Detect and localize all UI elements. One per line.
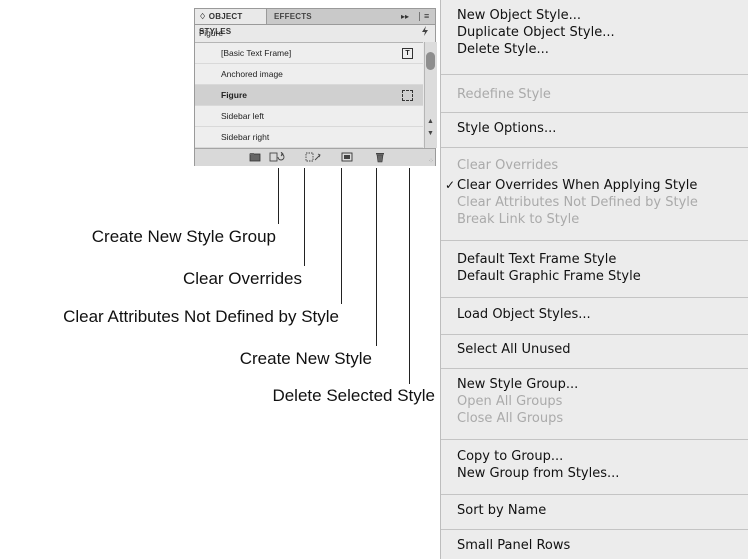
menu-item-break-link[interactable]: Break Link to Style — [457, 211, 579, 228]
menu-item-clear-overrides-when-applying[interactable]: ✓ Clear Overrides When Applying Style — [445, 177, 698, 194]
menu-separator — [441, 529, 748, 530]
menu-item-redefine-style[interactable]: Redefine Style — [457, 86, 551, 103]
menu-separator — [441, 297, 748, 298]
style-item-sidebar-left[interactable]: Sidebar left — [195, 106, 423, 127]
text-frame-icon: T — [402, 48, 413, 59]
tab-object-styles[interactable]: ♢ OBJECT STYLES — [195, 9, 267, 36]
tab-effects[interactable]: EFFECTS — [268, 9, 326, 24]
callout-line-create-style — [376, 168, 377, 346]
menu-separator — [441, 439, 748, 440]
style-list-scrollbar[interactable]: ▲ ▼ — [424, 42, 437, 148]
menu-item-duplicate-object-style[interactable]: Duplicate Object Style... — [457, 24, 615, 41]
menu-item-new-style-group[interactable]: New Style Group... — [457, 376, 578, 393]
panel-flyout-menu: New Object Style... Duplicate Object Sty… — [440, 0, 748, 559]
menu-separator — [441, 147, 748, 148]
callout-line-clear-overrides — [304, 168, 305, 266]
menu-item-load-object-styles[interactable]: Load Object Styles... — [457, 306, 591, 323]
scroll-thumb[interactable] — [426, 52, 435, 70]
menu-item-new-object-style[interactable]: New Object Style... — [457, 7, 581, 24]
menu-separator — [441, 240, 748, 241]
callout-line-clear-attributes — [341, 168, 342, 304]
create-style-group-icon[interactable] — [249, 152, 261, 162]
callout-clear-attributes: Clear Attributes Not Defined by Style — [63, 307, 339, 326]
menu-item-select-all-unused[interactable]: Select All Unused — [457, 341, 571, 358]
menu-separator — [441, 368, 748, 369]
object-styles-panel: ♢ OBJECT STYLES EFFECTS ▸▸ ≡ Figure [Bas… — [194, 8, 437, 166]
menu-item-label: Clear Overrides When Applying Style — [457, 178, 698, 193]
menu-separator — [441, 494, 748, 495]
menu-separator — [441, 334, 748, 335]
panel-menu-icon[interactable]: ≡ — [424, 9, 429, 24]
style-item-figure[interactable]: Figure — [195, 85, 423, 106]
panel-tab-bar: ♢ OBJECT STYLES EFFECTS ▸▸ ≡ — [195, 9, 435, 36]
menu-item-default-text-frame-style[interactable]: Default Text Frame Style ▶ — [457, 251, 616, 268]
graphic-frame-icon — [402, 90, 413, 101]
menu-item-delete-style[interactable]: Delete Style... — [457, 41, 549, 58]
menu-item-label: Default Graphic Frame Style — [457, 269, 641, 284]
menu-item-clear-attributes[interactable]: Clear Attributes Not Defined by Style — [457, 194, 698, 211]
style-item-label: Figure — [221, 90, 247, 100]
create-new-style-icon[interactable] — [341, 152, 353, 162]
menu-item-style-options[interactable]: Style Options... — [457, 120, 556, 137]
clear-overrides-icon[interactable] — [269, 151, 285, 162]
menu-item-new-group-from-styles[interactable]: New Group from Styles... — [457, 465, 619, 482]
style-item-anchored-image[interactable]: Anchored image — [195, 64, 423, 85]
menu-item-copy-to-group[interactable]: Copy to Group... — [457, 448, 563, 465]
menu-item-small-panel-rows[interactable]: Small Panel Rows — [457, 537, 570, 554]
current-style-name: Figure — [199, 28, 224, 38]
menu-item-default-graphic-frame-style[interactable]: Default Graphic Frame Style ▶ — [457, 268, 641, 285]
style-item-sidebar-right[interactable]: Sidebar right — [195, 127, 423, 148]
scroll-up-arrow-icon[interactable]: ▲ — [427, 118, 434, 125]
callout-line-delete-style — [409, 168, 410, 384]
scroll-down-arrow-icon[interactable]: ▼ — [427, 130, 434, 137]
menu-separator — [441, 112, 748, 113]
menu-item-label: Default Text Frame Style — [457, 252, 617, 267]
callout-delete-selected-style: Delete Selected Style — [272, 386, 435, 405]
style-list: [Basic Text Frame] T Anchored image Figu… — [195, 42, 423, 149]
current-style-row: Figure — [195, 25, 435, 41]
menu-item-open-all-groups[interactable]: Open All Groups — [457, 393, 562, 410]
collapse-panel-icon[interactable]: ▸▸ — [401, 9, 409, 24]
callout-create-new-style: Create New Style — [239, 349, 372, 368]
checkmark-icon: ✓ — [445, 178, 456, 192]
callout-create-style-group: Create New Style Group — [91, 227, 276, 246]
callout-line-create-group — [278, 168, 279, 224]
resize-grip-icon[interactable]: ⁘ — [428, 157, 434, 165]
style-item-label: Anchored image — [221, 69, 283, 79]
clear-attributes-icon[interactable] — [305, 152, 321, 162]
quick-apply-icon[interactable] — [421, 25, 429, 41]
menu-item-clear-overrides[interactable]: Clear Overrides — [457, 157, 558, 174]
callout-clear-overrides: Clear Overrides — [182, 269, 302, 288]
style-item-label: Sidebar left — [221, 111, 264, 121]
menu-separator — [441, 74, 748, 75]
trash-icon[interactable] — [375, 152, 387, 163]
style-item-label: [Basic Text Frame] — [221, 48, 292, 58]
tab-bar-divider — [419, 12, 420, 21]
panel-bottom-bar: ⁘ — [195, 148, 435, 166]
style-item-label: Sidebar right — [221, 132, 270, 142]
menu-item-sort-by-name[interactable]: Sort by Name — [457, 502, 546, 519]
style-item-basic-text-frame[interactable]: [Basic Text Frame] T — [195, 43, 423, 64]
menu-item-close-all-groups[interactable]: Close All Groups — [457, 410, 563, 427]
